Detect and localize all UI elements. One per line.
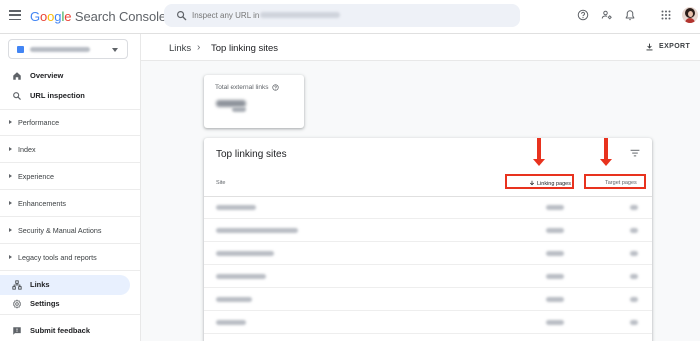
divider (0, 243, 140, 244)
sidebar: Overview URL inspection Performance Inde… (0, 34, 140, 341)
divider (0, 314, 140, 315)
annotation-box-target-pages (584, 174, 646, 189)
sidebar-section-security[interactable]: Security & Manual Actions (0, 223, 130, 239)
product-name: Search Console (74, 9, 166, 24)
home-icon (13, 72, 21, 80)
help-icon[interactable] (272, 84, 279, 91)
divider (0, 189, 140, 190)
search-icon (13, 92, 21, 100)
redacted-property-url (260, 12, 340, 18)
table-row[interactable] (204, 220, 652, 242)
sidebar-item-label: Settings (30, 299, 60, 308)
section-label: Legacy tools and reports (18, 253, 97, 262)
table-title: Top linking sites (216, 149, 287, 160)
manage-users-icon[interactable] (601, 9, 613, 21)
section-label: Experience (18, 172, 54, 181)
sidebar-item-url-inspection[interactable]: URL inspection (0, 86, 130, 106)
sidebar-section-enhancements[interactable]: Enhancements (0, 196, 130, 212)
annotation-box-linking-pages (505, 174, 574, 189)
divider (0, 270, 140, 271)
sidebar-item-settings[interactable]: Settings (0, 294, 130, 314)
sidebar-section-experience[interactable]: Experience (0, 169, 130, 185)
breadcrumb-separator: › (197, 42, 201, 53)
sidebar-item-label: Links (30, 280, 50, 289)
chevron-right-icon (9, 255, 12, 259)
property-icon (17, 46, 24, 53)
download-icon (646, 43, 653, 51)
redacted-total-value (216, 100, 246, 107)
table-row[interactable] (204, 266, 652, 288)
notifications-bell-icon[interactable] (624, 9, 636, 21)
annotation-arrow-linking-pages (533, 138, 545, 166)
top-app-bar: Google Search Console (0, 0, 700, 34)
export-label: EXPORT (659, 43, 691, 50)
divider (0, 162, 140, 163)
sidebar-item-overview[interactable]: Overview (0, 66, 130, 86)
chevron-right-icon (9, 147, 12, 151)
export-button[interactable]: EXPORT (645, 41, 691, 55)
annotation-arrow-target-pages (600, 138, 612, 166)
section-label: Index (18, 145, 36, 154)
table-row[interactable] (204, 197, 652, 219)
sidebar-item-label: Overview (30, 71, 64, 80)
help-icon[interactable] (577, 9, 589, 21)
section-label: Enhancements (18, 199, 66, 208)
table-row[interactable] (204, 289, 652, 311)
feedback-icon (13, 327, 21, 335)
table-row[interactable] (204, 243, 652, 265)
breadcrumb-links[interactable]: Links (169, 43, 191, 54)
sidebar-section-legacy-tools[interactable]: Legacy tools and reports (0, 250, 130, 266)
sidebar-section-index[interactable]: Index (0, 142, 130, 158)
chevron-right-icon (9, 174, 12, 178)
property-selector[interactable] (8, 39, 128, 59)
chevron-right-icon (9, 201, 12, 205)
total-external-links-card: Total external links (204, 75, 304, 128)
sidebar-item-label: URL inspection (30, 91, 85, 100)
chevron-down-icon (112, 48, 118, 52)
google-apps-grid-icon[interactable] (660, 9, 672, 21)
total-external-links-label: Total external links (215, 84, 269, 91)
filter-icon[interactable] (630, 149, 640, 157)
url-inspection-search[interactable] (164, 4, 520, 27)
page-header: Links › Top linking sites EXPORT (141, 34, 700, 61)
app-logo[interactable]: Google Search Console (30, 9, 166, 24)
redacted-property-name (30, 47, 90, 52)
search-icon (177, 11, 187, 21)
main-menu-icon[interactable] (9, 10, 21, 21)
search-input[interactable] (192, 7, 512, 24)
links-icon (12, 280, 22, 290)
divider (0, 135, 140, 136)
sidebar-item-submit-feedback[interactable]: Submit feedback (0, 321, 130, 341)
chevron-right-icon (9, 120, 12, 124)
sidebar-item-label: Submit feedback (30, 326, 91, 335)
section-label: Security & Manual Actions (18, 226, 102, 235)
top-linking-sites-card: Top linking sites Site Linking pages Tar… (204, 138, 652, 341)
sidebar-section-performance[interactable]: Performance (0, 115, 130, 131)
section-label: Performance (18, 118, 60, 127)
page-title: Top linking sites (211, 43, 279, 54)
sidebar-item-links[interactable]: Links (0, 275, 130, 295)
divider (0, 109, 140, 110)
account-avatar[interactable] (682, 7, 698, 23)
column-header-site[interactable]: Site (216, 180, 225, 186)
table-row[interactable] (204, 312, 652, 334)
gear-icon (12, 299, 22, 309)
chevron-right-icon (9, 228, 12, 232)
divider (0, 216, 140, 217)
redacted-total-value (232, 107, 246, 112)
